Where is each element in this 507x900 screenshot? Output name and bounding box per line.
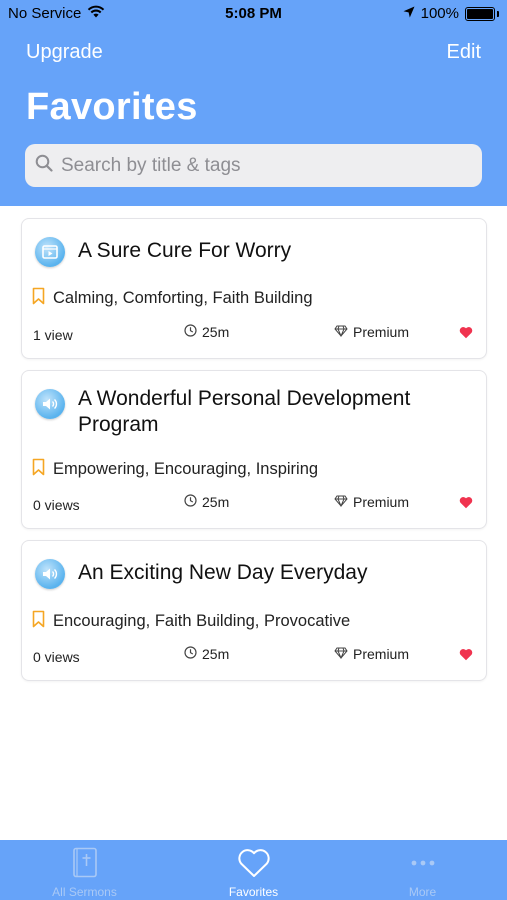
speaker-icon [35,559,65,589]
tab-label: All Sermons [52,885,117,899]
duration: 25m [202,494,230,510]
favorite-heart-icon[interactable] [459,496,473,514]
clock-icon [184,646,197,662]
diamond-icon [334,646,348,662]
sermon-card[interactable]: An Exciting New Day Everyday Encouraging… [21,540,487,681]
video-play-icon [35,237,65,267]
ellipsis-icon [411,847,435,879]
sermon-tags: Empowering, Encouraging, Inspiring [53,460,319,478]
battery-icon [465,6,495,21]
favorite-heart-icon[interactable] [459,326,473,344]
bible-icon [72,847,98,879]
location-arrow-icon [403,5,415,22]
search-input[interactable] [61,154,461,177]
tab-bar: All Sermons Favorites More [0,840,507,900]
tab-all-sermons[interactable]: All Sermons [0,840,169,900]
tier-label: Premium [353,494,410,510]
sermon-card[interactable]: A Sure Cure For Worry Calming, Comfortin… [21,218,487,359]
view-count: 1 view [33,327,73,343]
sermon-card[interactable]: A Wonderful Personal Development Program… [21,370,487,529]
view-count: 0 views [33,649,80,665]
search-bar[interactable] [25,144,482,187]
diamond-icon [334,494,348,510]
view-count: 0 views [33,497,80,513]
upgrade-button[interactable]: Upgrade [26,41,103,64]
duration: 25m [202,646,230,662]
bookmark-icon [32,287,53,310]
tab-label: Favorites [228,885,279,899]
edit-button[interactable]: Edit [447,41,481,64]
sermon-title: A Wonderful Personal Development Program [78,387,411,436]
tier-label: Premium [353,324,410,340]
battery-percent: 100% [420,5,459,22]
bookmark-icon [32,610,53,633]
tab-favorites[interactable]: Favorites [169,840,338,900]
clock-icon [184,494,197,510]
sermon-tags: Calming, Comforting, Faith Building [53,289,313,307]
clock-icon [184,324,197,340]
diamond-icon [334,324,348,340]
tab-more[interactable]: More [338,840,507,900]
favorite-heart-icon[interactable] [459,648,473,666]
bookmark-icon [32,458,53,481]
search-icon [35,154,53,177]
speaker-icon [35,389,65,419]
sermon-title: An Exciting New Day Everyday [78,561,368,584]
status-bar: No Service 5:08 PM 100% [0,0,507,28]
sermon-tags: Encouraging, Faith Building, Provocative [53,612,351,630]
sermon-title: A Sure Cure For Worry [78,239,292,262]
tier-label: Premium [353,646,410,662]
page-title: Favorites [26,86,198,128]
tab-label: More [408,885,437,899]
duration: 25m [202,324,230,340]
header: No Service 5:08 PM 100% Upgrade Edit Fav… [0,0,507,206]
heart-icon [237,847,271,879]
